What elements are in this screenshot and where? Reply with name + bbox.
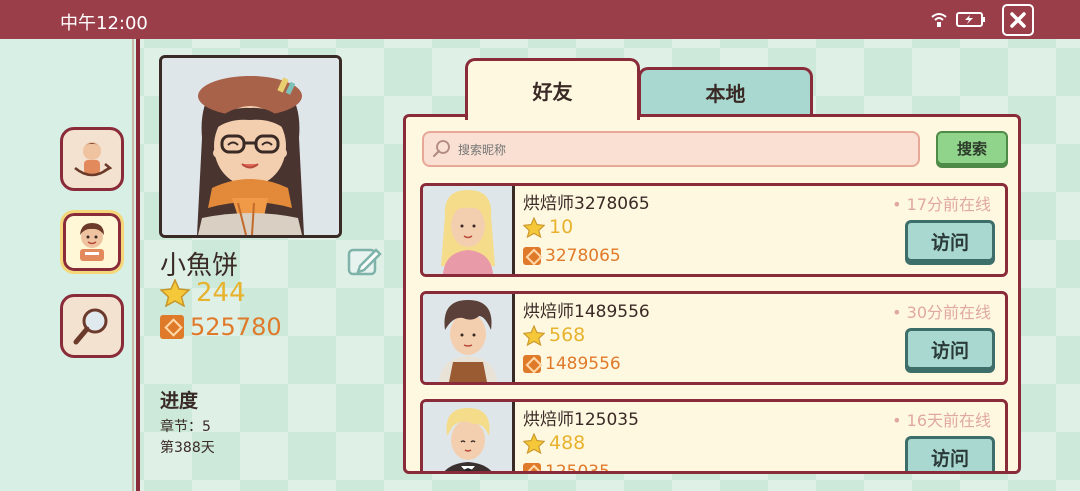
profile-name: 小魚饼: [160, 251, 239, 281]
friend-avatar: [423, 402, 515, 471]
tab-friends[interactable]: 好友: [465, 58, 640, 120]
friend-online-status: • 30分前在线: [892, 303, 991, 322]
star-icon: [523, 432, 545, 454]
friend-avatar: [423, 186, 515, 274]
progress-title: 进度: [160, 390, 199, 412]
edit-name-icon[interactable]: [346, 244, 382, 278]
friend-id: 3278065: [523, 246, 621, 266]
progress-chapter: 章节：5: [160, 419, 211, 435]
close-button[interactable]: [1002, 4, 1034, 36]
friend-id-value: 125035: [545, 462, 610, 474]
coin-icon: [523, 355, 541, 373]
profile-avatar: [159, 55, 342, 238]
friend-stars-value: 10: [549, 216, 574, 238]
friends-panel: 搜索 烘焙师3278065 10 3278065 • 17分前在线 访问: [403, 114, 1021, 474]
rail-divider: [132, 39, 134, 491]
friend-id: 1489556: [523, 354, 621, 374]
friend-id-value: 1489556: [545, 354, 621, 374]
friend-card: 烘焙师1489556 568 1489556 • 30分前在线 访问: [420, 291, 1008, 385]
visit-button[interactable]: 访问: [905, 436, 995, 471]
profile-stars-value: 244: [196, 278, 246, 308]
friend-stars-value: 488: [549, 432, 586, 454]
search-button[interactable]: 搜索: [936, 131, 1008, 165]
close-icon: [1010, 12, 1026, 28]
friend-online-status: • 17分前在线: [892, 195, 991, 214]
friend-name: 烘焙师1489556: [523, 302, 650, 322]
magnifier-icon: [73, 308, 108, 345]
profile-coins-value: 525780: [190, 313, 282, 341]
star-icon: [523, 216, 545, 238]
star-icon: [160, 279, 190, 307]
friend-name: 烘焙师125035: [523, 410, 639, 430]
rail-search-button[interactable]: [60, 294, 124, 358]
coin-icon: [160, 315, 184, 339]
profile-stars: 244: [160, 278, 246, 308]
character-portrait-icon: [80, 223, 104, 261]
friend-name: 烘焙师3278065: [523, 194, 650, 214]
coin-icon: [523, 463, 541, 471]
friend-online-status: • 16天前在线: [892, 411, 991, 430]
friend-stars: 568: [523, 324, 585, 346]
rail-profile-button[interactable]: [60, 210, 124, 274]
search-input[interactable]: [458, 140, 898, 160]
rail-friends-activity-button[interactable]: [60, 127, 124, 191]
search-box[interactable]: [422, 131, 920, 167]
tab-local[interactable]: 本地: [638, 67, 813, 115]
visit-button[interactable]: 访问: [905, 220, 995, 262]
friend-stars: 10: [523, 216, 573, 238]
status-time: 中午12:00: [60, 13, 148, 34]
star-icon: [523, 324, 545, 346]
friend-id: 125035: [523, 462, 610, 474]
coin-icon: [523, 247, 541, 265]
progress-day: 第388天: [160, 440, 215, 456]
friend-card: 烘焙师3278065 10 3278065 • 17分前在线 访问: [420, 183, 1008, 277]
wifi-icon: [931, 13, 947, 27]
character-rotate-icon: [74, 142, 113, 177]
visit-button[interactable]: 访问: [905, 328, 995, 370]
friend-id-value: 3278065: [545, 246, 621, 266]
search-icon: [433, 140, 450, 157]
profile-coins: 525780: [160, 313, 282, 341]
friend-stars: 488: [523, 432, 585, 454]
friend-stars-value: 568: [549, 324, 586, 346]
battery-charging-icon: [956, 12, 985, 27]
status-bar: 中午12:00: [0, 0, 1080, 39]
friend-card: 烘焙师125035 488 125035 • 16天前在线 访问: [420, 399, 1008, 474]
friend-avatar: [423, 294, 515, 382]
